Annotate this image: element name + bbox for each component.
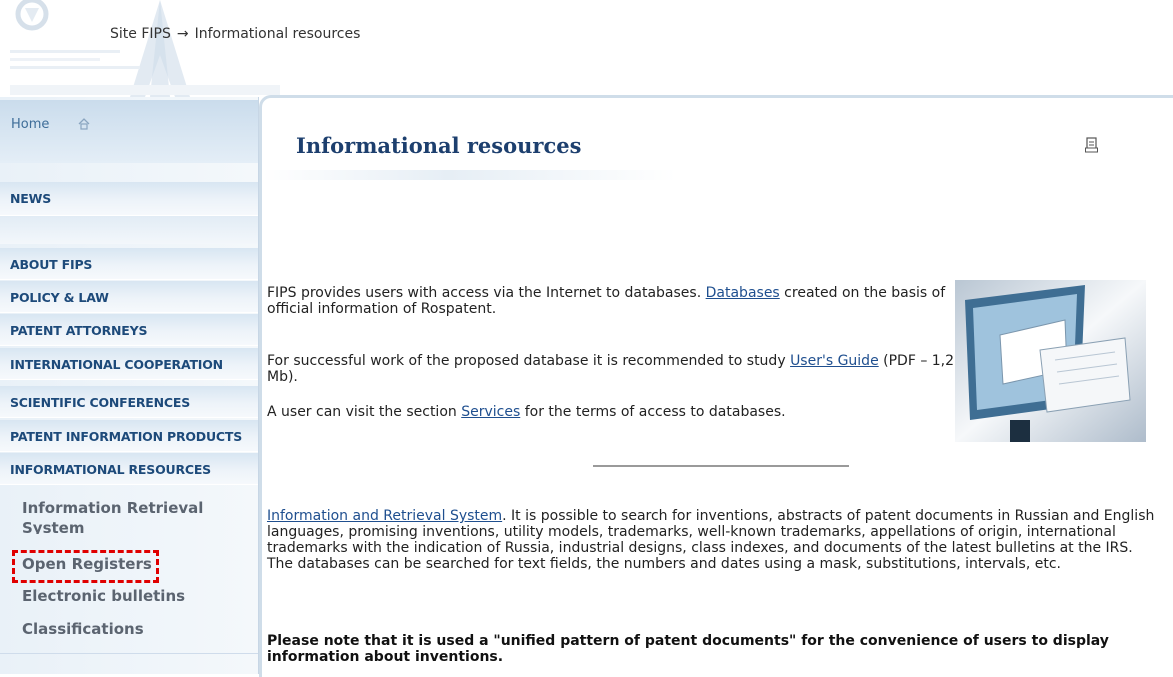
- sidebar-item-about-fips[interactable]: ABOUT FIPS: [0, 248, 258, 280]
- paragraph-note: Please note that it is used a "unified p…: [267, 633, 1109, 665]
- sidebar-item-patent-attorneys[interactable]: PATENT ATTORNEYS: [0, 314, 258, 346]
- sidebar-item-scientific-conferences[interactable]: SCIENTIFIC CONFERENCES: [0, 386, 258, 418]
- sidebar-item-international-cooperation[interactable]: INTERNATIONAL COOPERATION: [0, 348, 258, 380]
- fips-logo: [10, 0, 280, 97]
- sidebar-item-informational-resources[interactable]: INFORMATIONAL RESOURCES: [0, 453, 258, 485]
- breadcrumb: Site FIPS → Informational resources: [110, 26, 360, 42]
- breadcrumb-site-fips[interactable]: Site FIPS: [110, 26, 171, 42]
- sidebar-item-news[interactable]: NEWS: [0, 182, 258, 216]
- home-icon[interactable]: [78, 118, 90, 130]
- sidebar-item-patent-information-products[interactable]: PATENT INFORMATION PRODUCTS: [0, 420, 258, 452]
- sidebar-spacer: [0, 216, 258, 244]
- highlight-box: [12, 550, 159, 583]
- information-retrieval-system-link[interactable]: Information and Retrieval System: [267, 508, 502, 524]
- users-guide-link[interactable]: User's Guide: [790, 353, 879, 369]
- paragraph-users-guide: For successful work of the proposed data…: [267, 353, 955, 385]
- databases-link[interactable]: Databases: [706, 285, 780, 301]
- home-link[interactable]: Home: [11, 117, 49, 132]
- paragraph-services: A user can visit the section Services fo…: [267, 404, 786, 420]
- subitem-classifications[interactable]: Classifications: [22, 620, 144, 638]
- sidebar-divider: [0, 653, 258, 654]
- breadcrumb-arrow-icon: →: [176, 26, 189, 42]
- title-underline: [262, 170, 676, 180]
- computer-monitor-image: [955, 280, 1146, 442]
- print-icon[interactable]: [1085, 137, 1099, 153]
- subitem-electronic-bulletins[interactable]: Electronic bulletins: [22, 587, 185, 605]
- header: Site FIPS → Informational resources: [0, 0, 1173, 97]
- page-title: Informational resources: [296, 133, 582, 158]
- sidebar-item-policy-law[interactable]: POLICY & LAW: [0, 281, 258, 313]
- breadcrumb-current: Informational resources: [194, 26, 361, 42]
- services-link[interactable]: Services: [461, 404, 520, 420]
- content-divider: [593, 465, 849, 467]
- subitem-information-retrieval-system[interactable]: Information Retrieval System: [22, 498, 242, 534]
- paragraph-irs: Information and Retrieval System. It is …: [267, 508, 1155, 572]
- paragraph-databases: FIPS provides users with access via the …: [267, 285, 946, 317]
